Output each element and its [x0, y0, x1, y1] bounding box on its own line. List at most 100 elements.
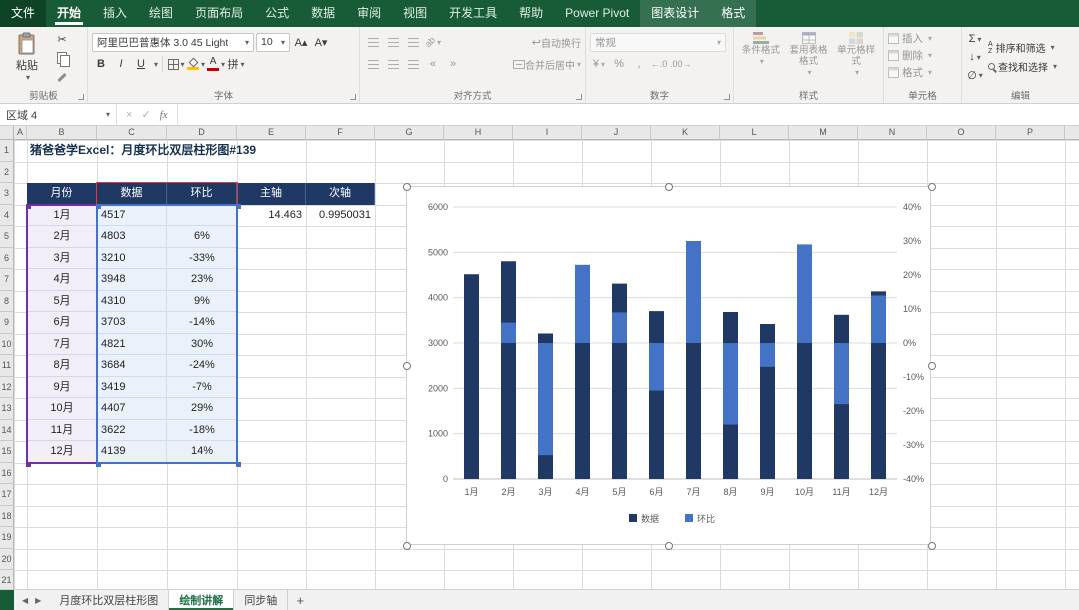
row-header-13[interactable]: 13 — [0, 398, 14, 420]
chart-plot[interactable]: 0 1000 2000 3000 4000 5000 6000 -40% -30% -20% -10… — [407, 187, 930, 544]
bar-mom-8月[interactable] — [723, 343, 738, 425]
copy-button[interactable] — [53, 49, 71, 67]
row-header-10[interactable]: 10 — [0, 333, 14, 355]
cell-D10[interactable]: 30% — [167, 333, 237, 355]
cell-B11[interactable]: 8月 — [27, 355, 97, 377]
cell-C15[interactable]: 4139 — [97, 441, 167, 463]
ribbon-tab-view[interactable]: 视图 — [392, 0, 438, 27]
add-sheet-button[interactable]: + — [288, 590, 312, 610]
bar-mom-5月[interactable] — [612, 312, 627, 343]
cell-D9[interactable]: -14% — [167, 312, 237, 334]
bar-mom-12月[interactable] — [871, 295, 886, 343]
underline-button[interactable]: U — [132, 55, 150, 73]
cell-B13[interactable]: 10月 — [27, 398, 97, 420]
name-box[interactable]: 区域 4 ▾ — [0, 104, 117, 125]
cell-B9[interactable]: 6月 — [27, 312, 97, 334]
column-header-J[interactable]: J — [582, 126, 651, 140]
bar-mom-7月[interactable] — [686, 241, 701, 343]
dialog-launcher-icon[interactable] — [350, 94, 356, 100]
formula-input[interactable] — [177, 104, 1079, 125]
chart[interactable]: 0 1000 2000 3000 4000 5000 6000 -40% -30% -20% -10… — [403, 183, 936, 550]
italic-button[interactable]: I — [112, 55, 130, 73]
row-header-19[interactable]: 19 — [0, 527, 14, 549]
column-header-D[interactable]: D — [167, 126, 237, 140]
ribbon-tab-developer[interactable]: 开发工具 — [438, 0, 508, 27]
increase-font-button[interactable]: A▴ — [292, 33, 310, 51]
column-header-P[interactable]: P — [996, 126, 1065, 140]
column-header-H[interactable]: H — [444, 126, 513, 140]
cell-C7[interactable]: 3948 — [97, 269, 167, 291]
cell-B7[interactable]: 4月 — [27, 269, 97, 291]
cell-header-mom[interactable]: 环比 — [167, 183, 237, 205]
bar-data-6月[interactable] — [649, 311, 664, 479]
bold-button[interactable]: B — [92, 55, 110, 73]
chart-resize-handle[interactable] — [403, 183, 411, 191]
sheet-tab-1[interactable]: 月度环比双层柱形图 — [49, 590, 170, 610]
cell-header-month[interactable]: 月份 — [27, 183, 97, 205]
bar-mom-11月[interactable] — [834, 343, 849, 405]
cell-header-value[interactable]: 数据 — [97, 183, 167, 205]
bar-mom-10月[interactable] — [797, 244, 812, 343]
cell-D6[interactable]: -33% — [167, 247, 237, 269]
cell-C6[interactable]: 3210 — [97, 247, 167, 269]
merge-center-button[interactable]: 合并后居中 ▾ — [512, 55, 581, 73]
row-header-18[interactable]: 18 — [0, 505, 14, 527]
row-header-16[interactable]: 16 — [0, 462, 14, 484]
chart-resize-handle[interactable] — [928, 362, 936, 370]
column-header-partial[interactable] — [1065, 126, 1079, 140]
row-header-15[interactable]: 15 — [0, 441, 14, 463]
percent-style-button[interactable]: % — [610, 55, 628, 73]
ribbon-tab-draw[interactable]: 绘图 — [138, 0, 184, 27]
cell-B6[interactable]: 3月 — [27, 247, 97, 269]
sheet-nav-next[interactable]: ▶ — [35, 596, 41, 605]
column-header-E[interactable]: E — [237, 126, 306, 140]
ribbon-tab-review[interactable]: 审阅 — [346, 0, 392, 27]
ribbon-tab-chart-design[interactable]: 图表设计 — [640, 0, 711, 27]
ribbon-tab-page-layout[interactable]: 页面布局 — [184, 0, 254, 27]
decrease-decimal-button[interactable]: .00→ — [670, 55, 692, 73]
row-header-4[interactable]: 4 — [0, 204, 14, 226]
phonetic-guide-button[interactable]: 拼 ▾ — [227, 55, 245, 73]
chart-resize-handle[interactable] — [928, 183, 936, 191]
ribbon-tab-home[interactable]: 开始 — [46, 0, 92, 27]
fill-button[interactable]: ↓ ▾ — [966, 48, 984, 66]
sort-filter-button[interactable]: A Z 排序和筛选 ▾ — [988, 39, 1057, 56]
clear-button[interactable]: ∅ ▾ — [966, 66, 984, 84]
cell-D8[interactable]: 9% — [167, 290, 237, 312]
row-header-9[interactable]: 9 — [0, 312, 14, 334]
cell-D12[interactable]: -7% — [167, 376, 237, 398]
column-header-M[interactable]: M — [789, 126, 858, 140]
comma-style-button[interactable]: , — [630, 55, 648, 73]
cell-C4[interactable]: 4517 — [97, 204, 167, 226]
cell-E4[interactable]: 14.463 — [237, 205, 306, 227]
enter-button[interactable]: ✓ — [141, 108, 150, 121]
chart-resize-handle[interactable] — [665, 183, 673, 191]
find-select-button[interactable]: 查找和选择 ▾ — [988, 58, 1057, 75]
chart-resize-handle[interactable] — [403, 362, 411, 370]
row-header-6[interactable]: 6 — [0, 247, 14, 269]
column-header-B[interactable]: B — [27, 126, 97, 140]
bar-data-2月[interactable] — [501, 261, 516, 479]
insert-function-button[interactable]: fx — [160, 109, 168, 121]
align-middle-button[interactable] — [384, 33, 402, 51]
row-header-17[interactable]: 17 — [0, 484, 14, 506]
cell-B12[interactable]: 9月 — [27, 376, 97, 398]
cell-C8[interactable]: 4310 — [97, 290, 167, 312]
dialog-launcher-icon[interactable] — [576, 94, 582, 100]
row-header-14[interactable]: 14 — [0, 419, 14, 441]
cell-D11[interactable]: -24% — [167, 355, 237, 377]
decrease-font-button[interactable]: A▾ — [312, 33, 330, 51]
cell-styles-button[interactable]: 单元格样式 ▾ — [833, 30, 879, 77]
autosum-button[interactable]: Σ ▾ — [966, 30, 984, 48]
bar-mom-2月[interactable] — [501, 322, 516, 343]
column-header-C[interactable]: C — [97, 126, 167, 140]
cell-C12[interactable]: 3419 — [97, 376, 167, 398]
column-header-F[interactable]: F — [306, 126, 375, 140]
chart-resize-handle[interactable] — [665, 542, 673, 550]
cell-header-primary[interactable]: 主轴 — [237, 183, 306, 205]
format-as-table-button[interactable]: 套用表格格式 ▾ — [786, 30, 832, 77]
align-right-button[interactable] — [404, 55, 422, 73]
cell-D4[interactable] — [167, 204, 237, 226]
cell-C5[interactable]: 4803 — [97, 226, 167, 248]
row-header-1[interactable]: 1 — [0, 140, 14, 162]
